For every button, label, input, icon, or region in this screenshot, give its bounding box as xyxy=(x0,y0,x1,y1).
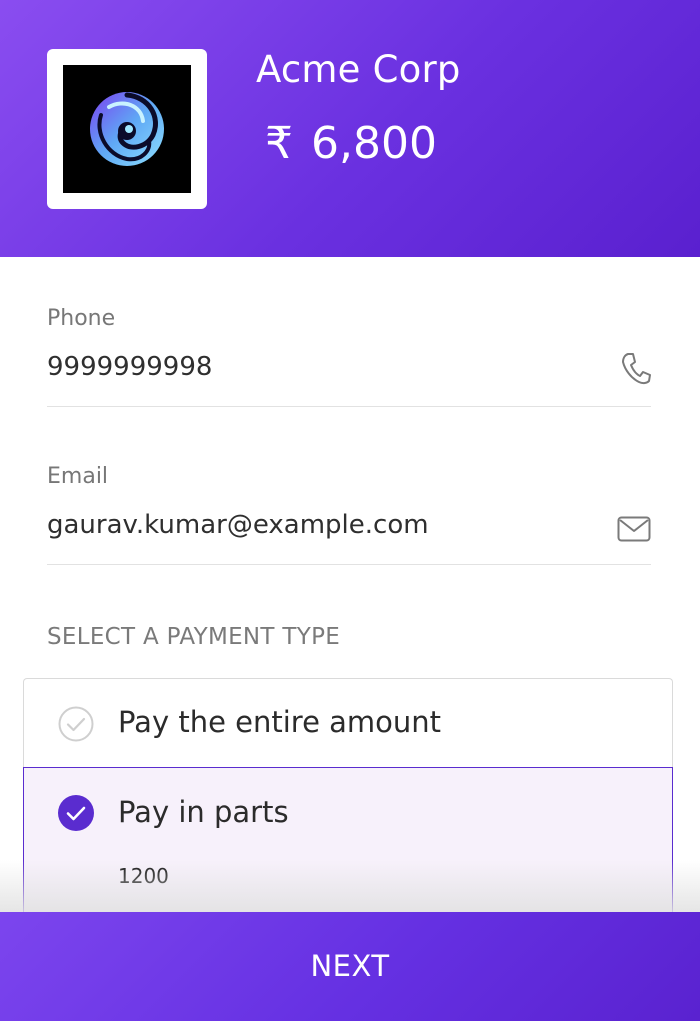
logo-background xyxy=(63,65,191,193)
next-button[interactable]: NEXT xyxy=(0,912,700,1021)
email-input[interactable]: gaurav.kumar@example.com xyxy=(47,510,429,540)
payment-type-title: SELECT A PAYMENT TYPE xyxy=(47,624,341,650)
checkout-header: Acme Corp ₹6,800 xyxy=(0,0,700,257)
pay-in-parts-label: Pay in parts xyxy=(118,795,289,829)
order-amount: ₹6,800 xyxy=(265,118,437,169)
pay-entire-amount-label: Pay the entire amount xyxy=(118,705,442,739)
email-field[interactable]: Email gaurav.kumar@example.com xyxy=(47,464,651,565)
swirl-logo-icon xyxy=(90,92,164,166)
phone-label: Phone xyxy=(47,306,116,331)
phone-field[interactable]: Phone 9999999998 xyxy=(47,306,651,407)
currency-symbol: ₹ xyxy=(265,118,293,169)
amount-value: 6,800 xyxy=(311,118,437,169)
email-label: Email xyxy=(47,464,109,489)
merchant-logo xyxy=(47,49,207,209)
scroll-fade xyxy=(0,860,700,912)
merchant-name: Acme Corp xyxy=(256,48,461,91)
phone-input[interactable]: 9999999998 xyxy=(47,352,212,382)
unchecked-circle-icon xyxy=(58,706,94,746)
mail-icon xyxy=(617,516,651,546)
phone-icon xyxy=(621,351,651,389)
pay-entire-amount-option[interactable]: Pay the entire amount xyxy=(23,678,673,768)
checked-circle-icon xyxy=(57,794,95,836)
